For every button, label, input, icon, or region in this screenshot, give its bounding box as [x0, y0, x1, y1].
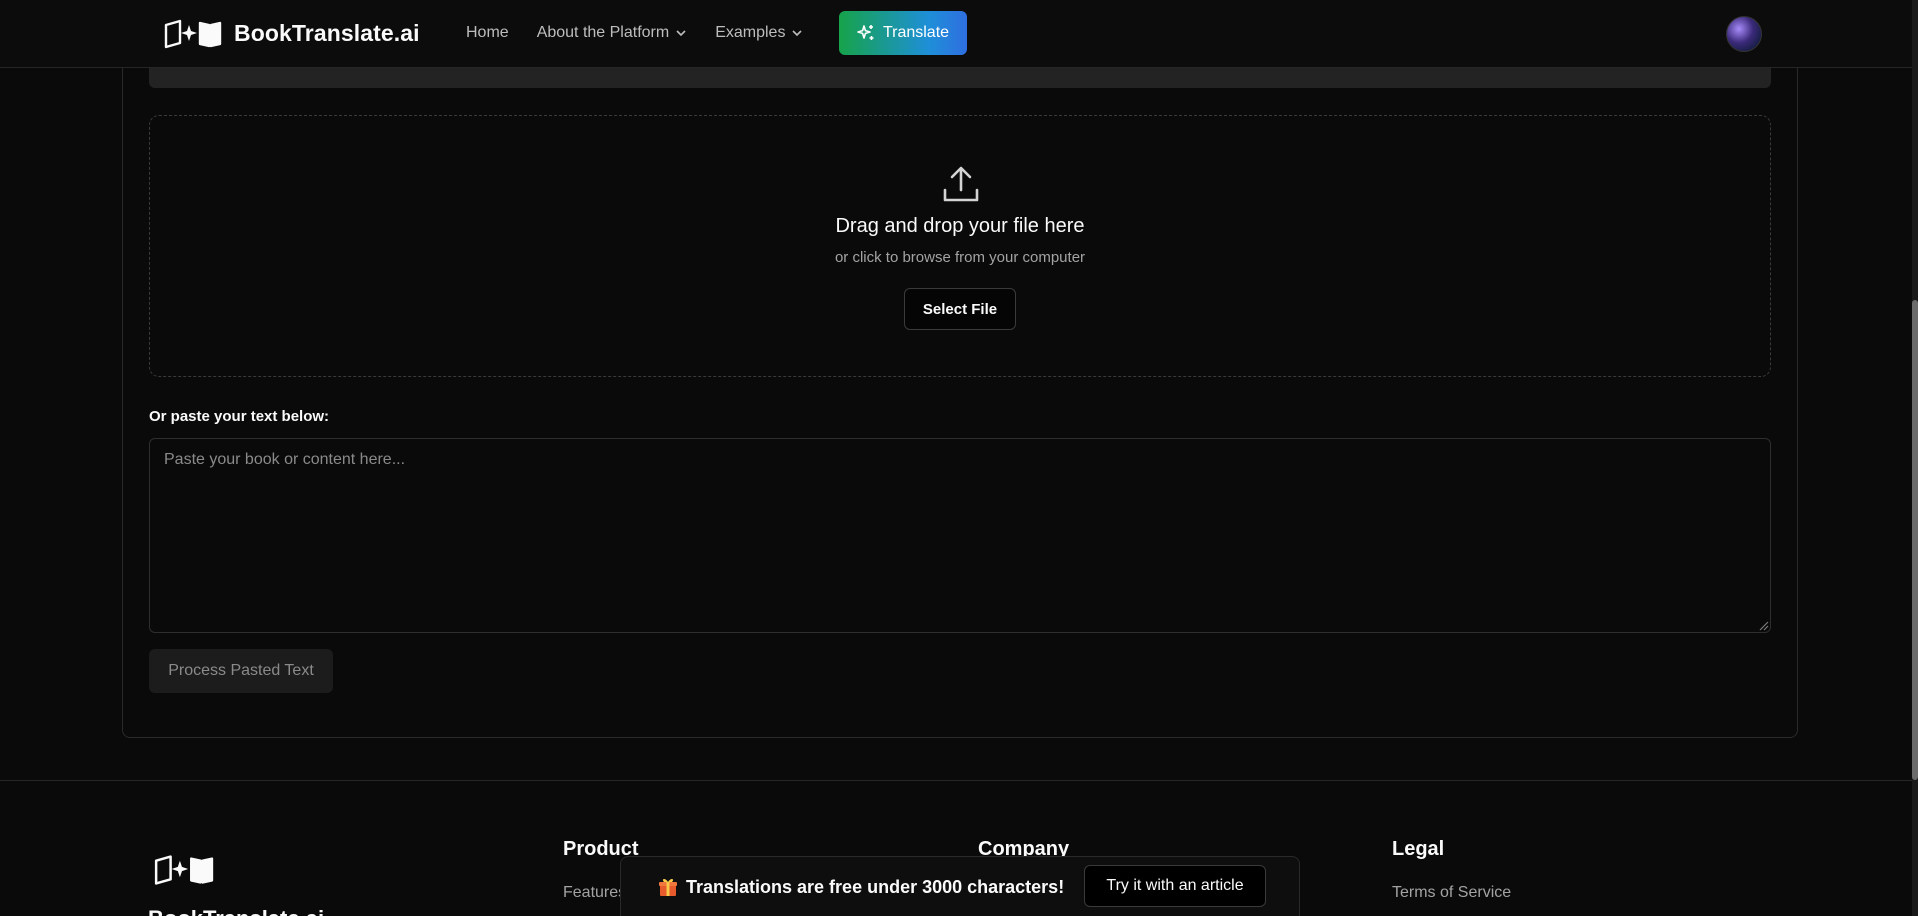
- process-pasted-text-button[interactable]: Process Pasted Text: [149, 649, 333, 693]
- book-logo-icon: [154, 855, 214, 885]
- dropzone-title: Drag and drop your file here: [835, 215, 1085, 237]
- brand[interactable]: BookTranslate.ai: [162, 16, 420, 50]
- footer-link-terms[interactable]: Terms of Service: [1392, 884, 1511, 902]
- footer-link-features[interactable]: Features: [563, 884, 626, 902]
- sparkle-icon: [857, 25, 874, 40]
- file-dropzone[interactable]: [149, 115, 1771, 377]
- scrollbar-thumb[interactable]: [1912, 300, 1918, 780]
- site-header: BookTranslate.ai Home About the Platform…: [0, 0, 1912, 68]
- footer-brand-name: BookTranslate.ai: [148, 906, 324, 916]
- chevron-down-icon: [676, 30, 686, 37]
- nav-examples[interactable]: Examples: [715, 24, 803, 42]
- select-file-button[interactable]: Select File: [904, 288, 1016, 330]
- translate-button[interactable]: Translate: [839, 11, 967, 55]
- page: BookTranslate.ai Home About the Platform…: [0, 0, 1918, 916]
- promo-banner: Translations are free under 3000 charact…: [620, 856, 1300, 916]
- nav-home-label: Home: [466, 24, 509, 41]
- user-avatar[interactable]: [1726, 16, 1762, 52]
- footer-divider: [0, 780, 1912, 781]
- main-nav: Home About the Platform Examples: [466, 20, 831, 46]
- brand-name: BookTranslate.ai: [234, 19, 420, 46]
- resize-handle-icon[interactable]: [1757, 619, 1769, 631]
- paste-label: Or paste your text below:: [149, 408, 330, 425]
- translate-button-label: Translate: [882, 24, 950, 41]
- promo-text: Translations are free under 3000 charact…: [686, 877, 1065, 897]
- nav-examples-label: Examples: [715, 24, 786, 41]
- upload-icon: [943, 166, 979, 202]
- try-article-button[interactable]: Try it with an article: [1084, 865, 1266, 907]
- book-logo-icon: [164, 19, 222, 49]
- nav-about-label: About the Platform: [536, 24, 670, 41]
- chevron-down-icon: [792, 30, 803, 37]
- nav-about-platform[interactable]: About the Platform: [537, 24, 688, 42]
- paste-text-input[interactable]: [149, 438, 1771, 633]
- nav-home[interactable]: Home: [466, 24, 509, 42]
- gift-icon: [659, 878, 677, 896]
- footer-heading-legal: Legal: [1392, 838, 1445, 860]
- dropzone-subtitle: or click to browse from your computer: [834, 249, 1086, 266]
